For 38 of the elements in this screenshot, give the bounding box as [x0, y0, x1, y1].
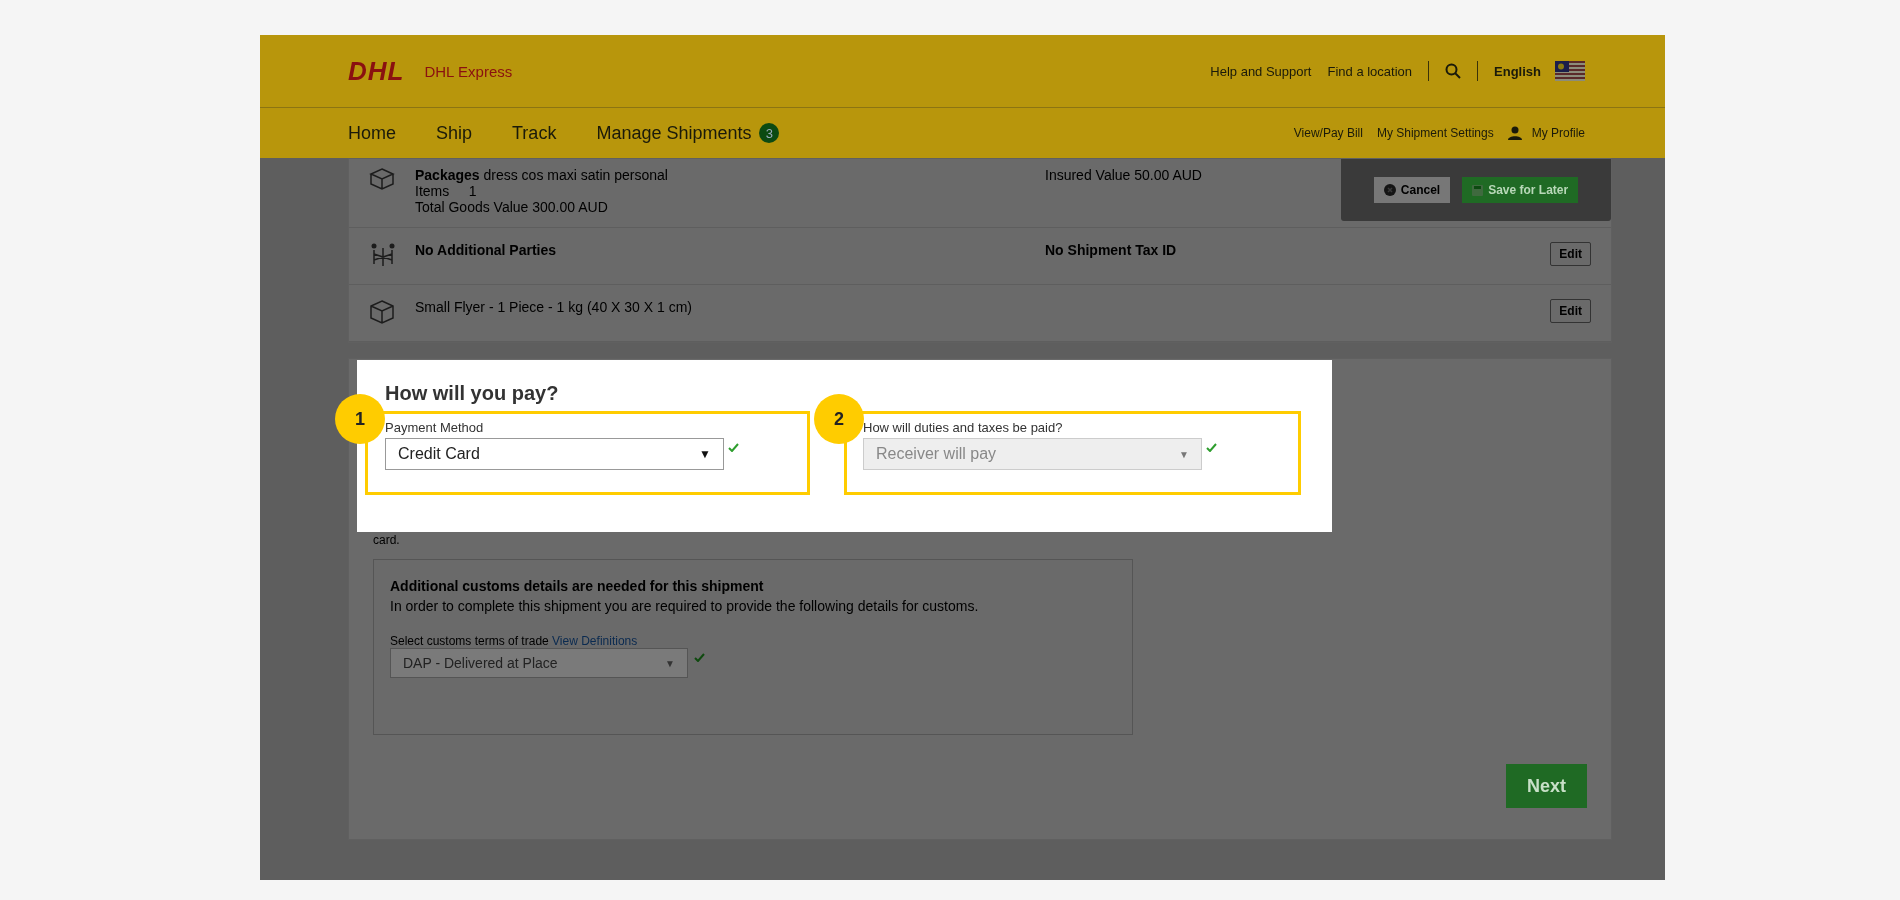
summary-value: No Shipment Tax ID [1045, 242, 1177, 258]
summary-text: No Additional Parties [415, 242, 558, 258]
customs-title: Additional customs details are needed for this shipment [390, 578, 765, 594]
nav-item[interactable]: Ship [436, 122, 473, 144]
header-link[interactable]: Find a location [1327, 63, 1413, 79]
edit-button[interactable]: Edit [1550, 242, 1591, 266]
language-selector[interactable]: English [1494, 63, 1541, 79]
logo[interactable]: DHL [348, 55, 405, 87]
customs-text: In order to complete this shipment you are required to provide the following details for customs. [390, 598, 980, 614]
nav-link[interactable]: View/Pay Bill [1293, 126, 1363, 140]
summary-text: Total Goods Value 300.00 AUD [415, 199, 609, 215]
summary-text: Small Flyer - 1 Piece - 1 kg (40 X 30 X 1 cm) [415, 299, 693, 315]
caret-icon: ▼ [1179, 448, 1189, 460]
next-button[interactable]: Next [1506, 764, 1587, 808]
save-button[interactable]: Save for Later [1462, 177, 1579, 203]
dialog-title: How will you pay? [385, 382, 560, 405]
edit-button[interactable]: Edit [1550, 299, 1591, 323]
step-marker: 1 [335, 394, 385, 444]
caret-icon: ▼ [665, 657, 675, 669]
covered-text: card. [373, 533, 401, 547]
summary-text: Items 1 [415, 183, 478, 199]
field-label: How will duties and taxes be paid? [863, 420, 1064, 435]
field-label: Payment Method [385, 420, 485, 435]
cancel-button[interactable]: Cancel [1373, 177, 1451, 203]
logo-text: DHL Express [424, 62, 513, 80]
nav-item[interactable]: Track [512, 122, 557, 144]
profile-link[interactable]: My Profile [1531, 126, 1585, 140]
nav-item[interactable]: Manage Shipments 3 [596, 122, 780, 144]
step-marker: 2 [814, 394, 864, 444]
nav-link[interactable]: My Shipment Settings [1376, 126, 1494, 140]
summary-text: Packages dress cos maxi satin personal [415, 167, 669, 183]
caret-icon: ▼ [699, 447, 711, 461]
nav-item[interactable]: Home [348, 122, 396, 144]
field-label: Select customs terms of trade [390, 634, 549, 648]
select-field[interactable]: Credit Card ▼ [385, 438, 724, 470]
count-badge: 3 [759, 123, 780, 143]
header-link[interactable]: Help and Support [1210, 63, 1312, 79]
summary-value: Insured Value 50.00 AUD [1045, 167, 1202, 183]
